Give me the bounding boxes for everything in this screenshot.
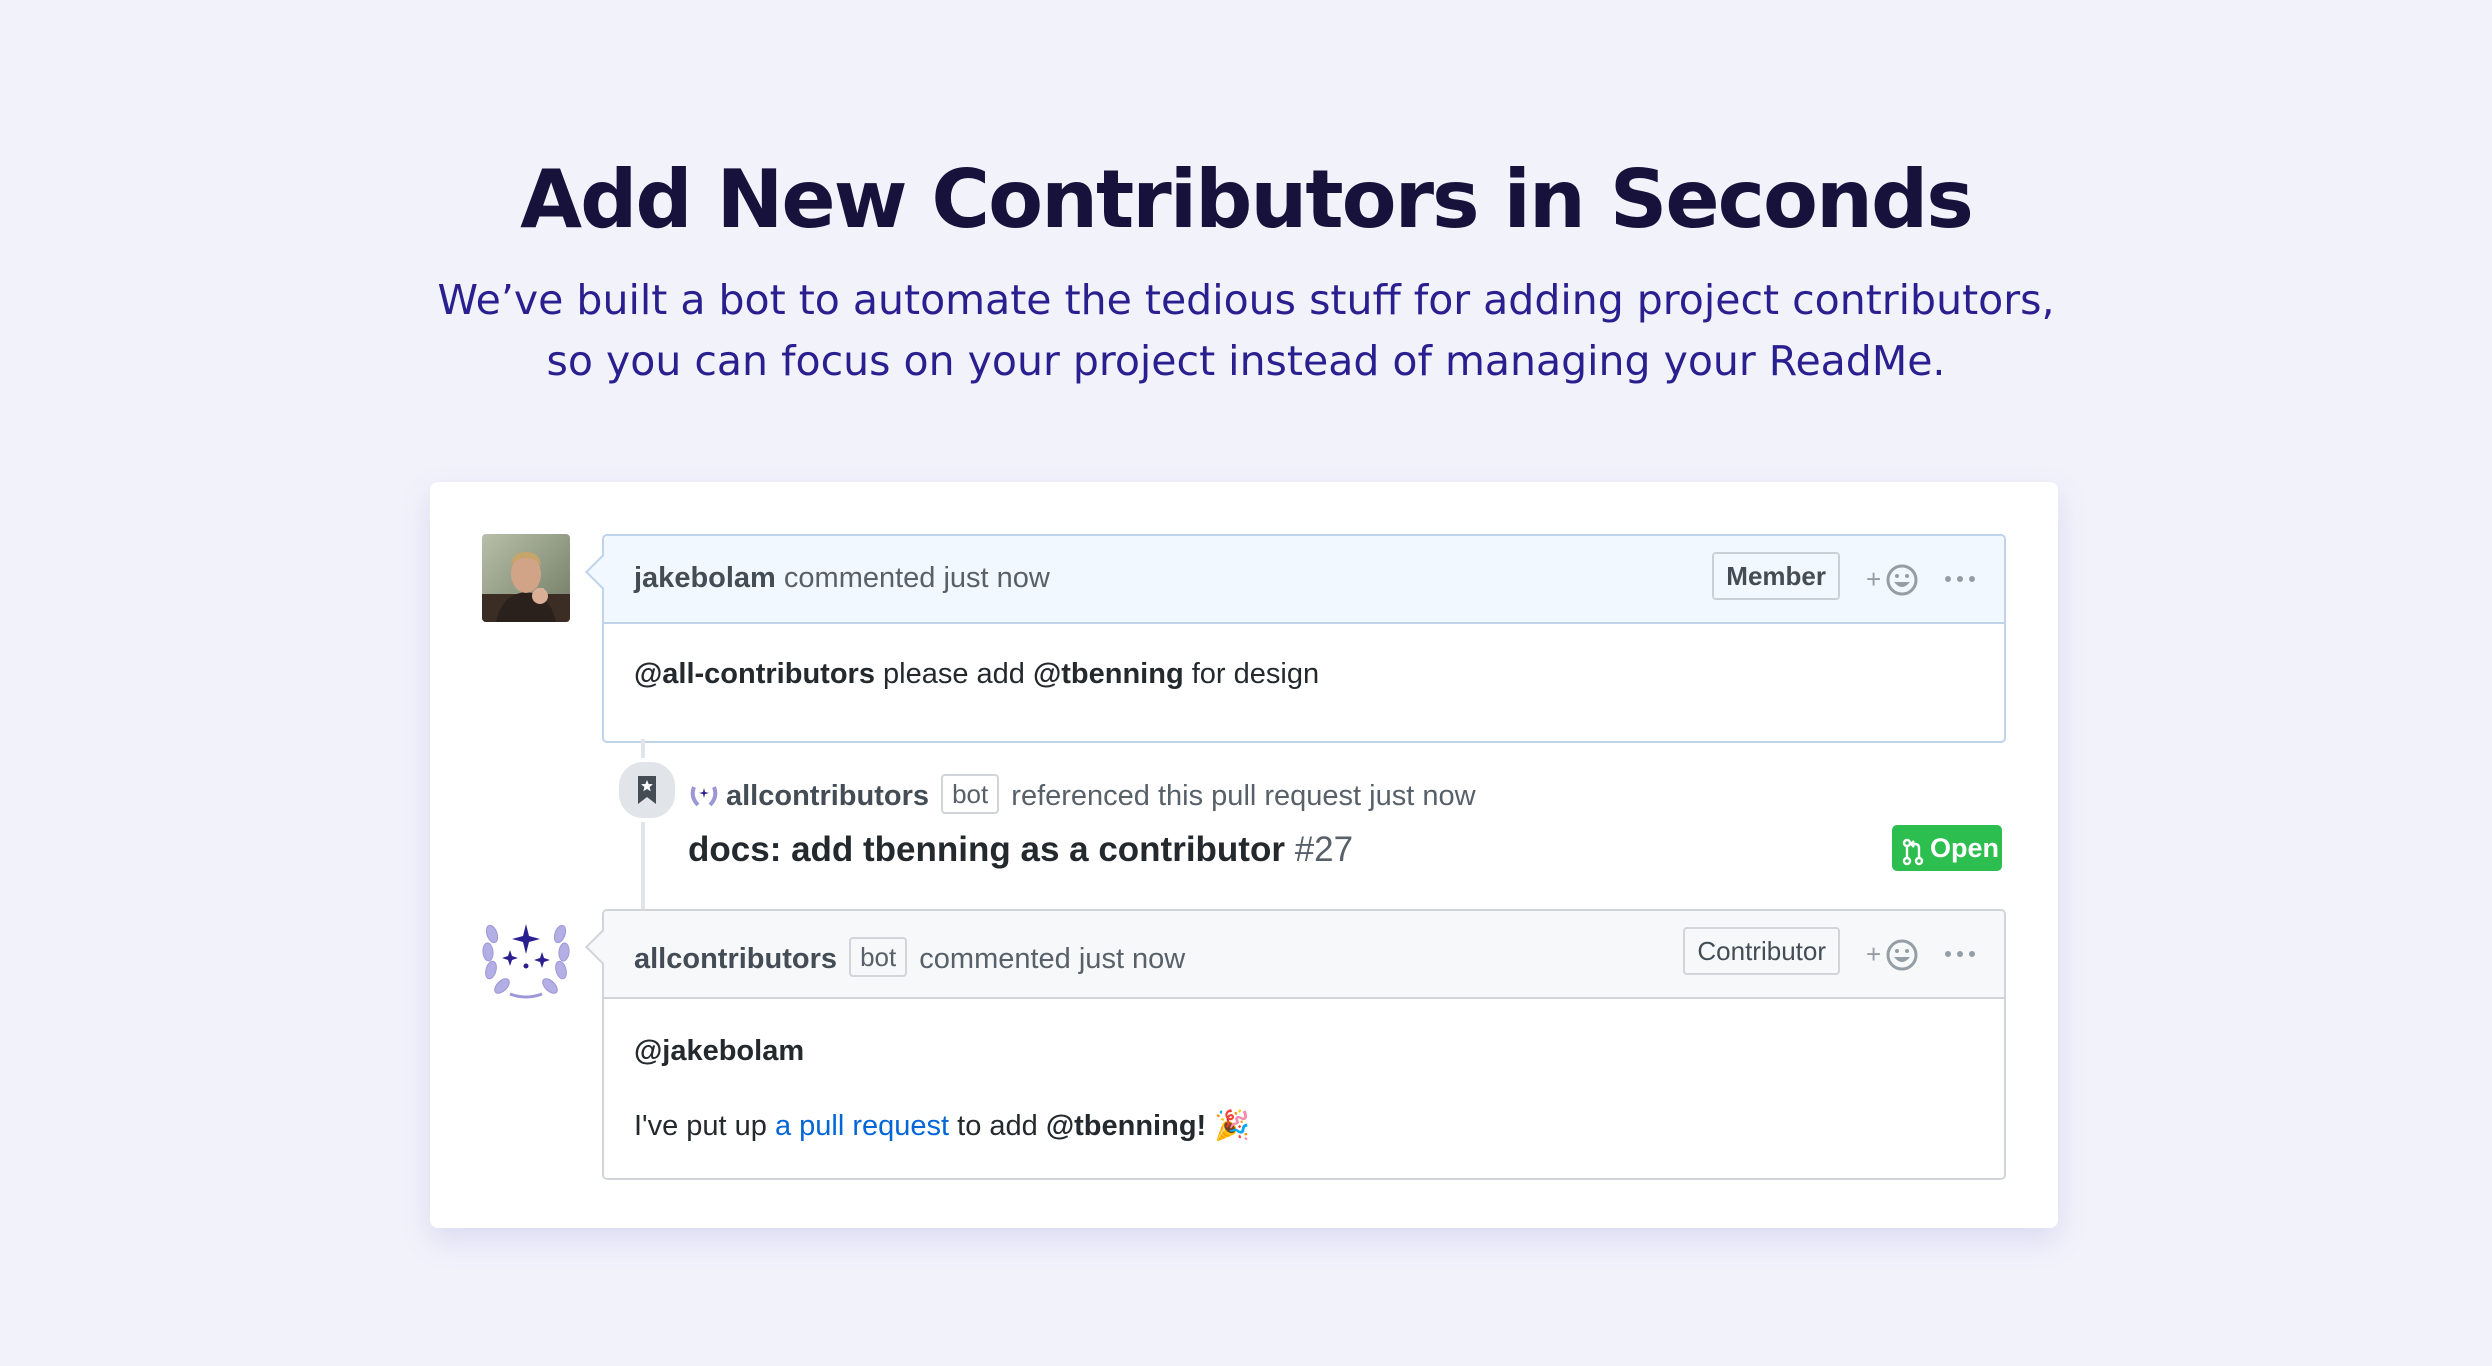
page: Add New Contributors in Seconds We’ve bu… [0,0,2492,1366]
github-conversation-card: jakebolam commented just now Member + @a… [430,482,2058,1228]
comment-allcontributors: allcontributors bot commented just now C… [585,909,2006,1180]
event-action: referenced this pull request just now [1011,780,1476,812]
bot-label: bot [849,937,908,977]
comment-author-link[interactable]: jakebolam [634,562,776,594]
hero-title: Add New Contributors in Seconds [520,153,1974,246]
smiley-add-icon[interactable]: + [1866,935,1922,975]
mention-jakebolam[interactable]: @jakebolam [634,1035,804,1068]
bookmark-icon [615,758,679,822]
hero-subtitle-line1: We’ve built a bot to automate the tediou… [437,276,2055,324]
pr-number[interactable]: #27 [1295,830,1353,869]
mention-tbenning[interactable]: @tbenning! [1046,1110,1206,1142]
comment-text: for design [1183,658,1320,690]
pull-request-link[interactable]: a pull request [775,1110,949,1142]
member-badge: Member [1712,552,1840,600]
pr-title-link[interactable]: docs: add tbenning as a contributor #27 [688,830,1353,870]
git-pull-request-icon [1902,834,1924,866]
smiley-add-icon[interactable]: + [1866,560,1922,600]
comment-meta: commented just now [783,562,1050,594]
laurel-sparkle-icon[interactable] [480,914,572,1006]
bot-label: bot [941,774,1000,814]
mention-tbenning[interactable]: @tbenning [1033,658,1184,690]
comment-body: @all-contributors please add @tbenning f… [634,658,1319,691]
event-actor-link[interactable]: allcontributors [726,780,929,812]
comment-header: allcontributors bot commented just now C… [585,911,2004,999]
comment-pointer [585,930,619,964]
comment-author-link[interactable]: allcontributors [634,943,837,975]
contributor-badge: Contributor [1683,927,1840,975]
party-popper-icon: 🎉 [1214,1110,1251,1142]
comment-text: I've put up [634,1110,775,1142]
hero-subtitle: We’ve built a bot to automate the tediou… [0,270,2492,392]
kebab-horizontal-icon[interactable] [1942,564,1978,594]
comment-header: jakebolam commented just now Member + [585,536,2004,624]
comment-text: please add [874,658,1033,690]
user-avatar[interactable] [482,534,570,622]
hero-subtitle-line2: so you can focus on your project instead… [546,337,1946,385]
pr-title[interactable]: docs: add tbenning as a contributor [688,830,1285,869]
svg-text:+: + [1866,939,1881,969]
open-state-badge: Open [1892,825,2002,871]
reference-event: allcontributors bot referenced this pull… [688,774,1476,814]
comment-pointer [585,555,619,589]
svg-text:+: + [1866,564,1881,594]
bot-mini-avatar[interactable] [688,779,720,811]
comment-jakebolam: jakebolam commented just now Member + @a… [585,534,2006,743]
comment-body: I've put up a pull request to add @tbenn… [634,1109,1250,1143]
mention-all-contributors[interactable]: @all-contributors [634,658,875,690]
state-label: Open [1930,833,2000,863]
comment-meta: commented just now [919,943,1186,975]
kebab-horizontal-icon[interactable] [1942,939,1978,969]
comment-text: to add [949,1110,1046,1142]
